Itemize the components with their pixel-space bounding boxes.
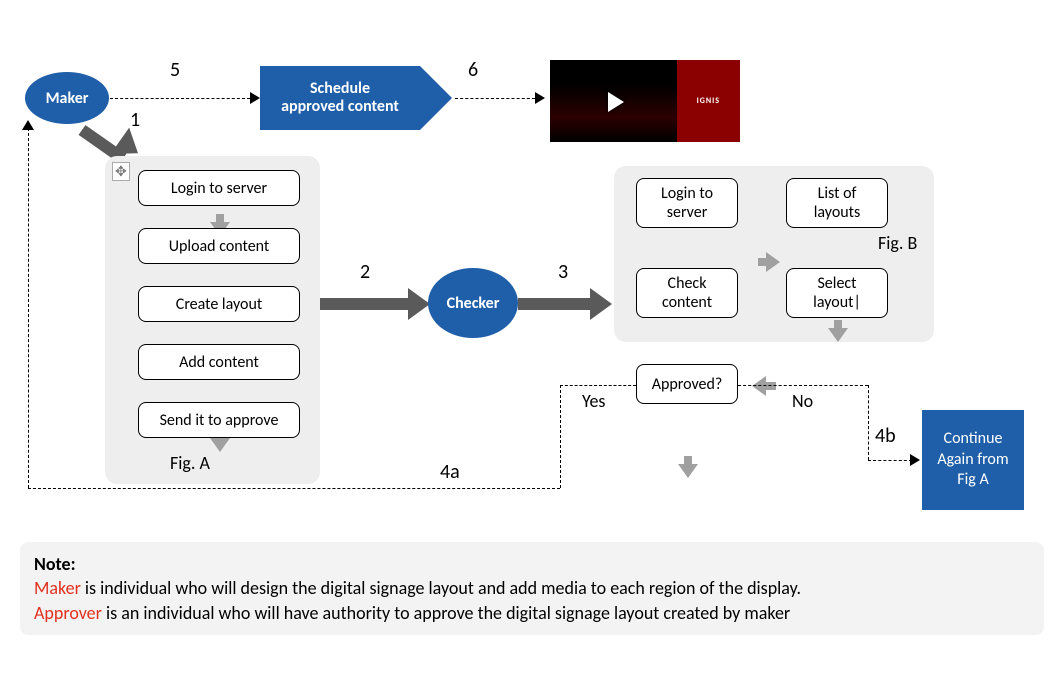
figA-box-addcontent-text: Add content [179, 353, 259, 372]
schedule-box: Schedule approved content [260, 66, 420, 130]
figA-box-createlayout: Create layout [138, 286, 300, 322]
content-thumbnail: IGNIS [550, 60, 740, 142]
figB-box-login: Login to server [636, 178, 738, 228]
schedule-box-text: Schedule approved content [281, 80, 399, 117]
figB-box-check-text: Check content [662, 274, 712, 312]
figB-box-login-text: Login to server [661, 184, 713, 222]
actor-maker: Maker [25, 72, 109, 124]
step-label-2: 2 [360, 260, 370, 284]
note-approver-term: Approver [34, 602, 102, 624]
decision-label: Approved? [652, 375, 723, 394]
dashed-arrow-5 [110, 98, 250, 99]
dashed-arrow-6 [455, 98, 535, 99]
big-arrow-2-head [408, 288, 430, 320]
arrow-down-icon-4 [210, 438, 230, 452]
play-icon [608, 92, 624, 112]
note-line-approver: Approver is an individual who will have … [34, 601, 1030, 625]
note-maker-rest: is individual who will design the digita… [81, 577, 801, 599]
arrow-down-icon-5 [828, 328, 848, 342]
diagram-canvas: Maker 5 Schedule approved content 6 IGNI… [0, 0, 1050, 700]
thumbnail-brand: IGNIS [697, 96, 720, 106]
figB-box-list-text: List of layouts [814, 184, 861, 222]
note-panel: Note: Maker is individual who will desig… [20, 542, 1044, 635]
figA-box-login-text: Login to server [171, 179, 267, 198]
step-label-4b: 4b [875, 424, 896, 448]
figA-box-sendapprove-text: Send it to approve [160, 411, 279, 430]
actor-checker: Checker [428, 268, 518, 338]
dashed-no-v [868, 385, 869, 460]
decision-no-label: No [792, 390, 813, 412]
step-label-6: 6 [468, 58, 478, 82]
arrowhead-4a-up [22, 120, 34, 130]
arrowhead-4b [910, 454, 920, 466]
dashed-yes-v [560, 385, 561, 488]
arrowhead-5 [250, 92, 260, 104]
big-arrow-3-head [590, 288, 612, 320]
step-label-5: 5 [170, 58, 180, 82]
figA-box-login: Login to server [138, 170, 300, 206]
note-title: Note: [34, 552, 1030, 576]
note-approver-rest: is an individual who will have authority… [102, 602, 790, 624]
figB-label: Fig. B [878, 232, 917, 254]
dashed-yes-h [560, 385, 636, 386]
continue-box: Continue Again from Fig A [922, 410, 1024, 510]
big-arrow-3-shaft [518, 298, 593, 310]
step-label-3: 3 [558, 260, 568, 284]
arrow-left-icon [752, 376, 766, 396]
schedule-box-wrap: Schedule approved content [260, 66, 452, 130]
figB-box-select: Select layout| [786, 268, 888, 318]
thumbnail-main [550, 60, 677, 142]
figA-box-upload-text: Upload content [169, 237, 270, 256]
step-label-4a: 4a [440, 460, 460, 484]
arrow-down-icon-6 [678, 464, 698, 478]
figB-box-list: List of layouts [786, 178, 888, 228]
figA-label: Fig. A [170, 452, 210, 474]
thumbnail-side: IGNIS [677, 60, 740, 142]
actor-maker-label: Maker [46, 89, 89, 108]
continue-box-text: Continue Again from Fig A [937, 429, 1008, 491]
figA-box-sendapprove: Send it to approve [138, 402, 300, 438]
actor-checker-label: Checker [447, 294, 500, 313]
note-maker-term: Maker [34, 577, 81, 599]
arrow-right-icon [766, 252, 780, 272]
dashed-4a-h [28, 488, 560, 489]
schedule-arrowhead-icon [420, 66, 452, 130]
figA-box-createlayout-text: Create layout [176, 295, 262, 314]
dashed-no-h1 [738, 385, 868, 386]
arrowhead-6 [535, 92, 545, 104]
figA-box-addcontent: Add content [138, 344, 300, 380]
figB-box-check: Check content [636, 268, 738, 318]
figA-box-upload: Upload content [138, 228, 300, 264]
dashed-4a-v [28, 128, 29, 488]
decision-yes-label: Yes [582, 390, 605, 412]
note-line-maker: Maker is individual who will design the … [34, 576, 1030, 600]
figB-box-select-text: Select layout| [813, 274, 861, 312]
move-handle-icon: ✥ [112, 162, 130, 181]
big-arrow-2-shaft [320, 298, 410, 310]
dashed-no-h2 [868, 460, 912, 461]
decision-approved: Approved? [636, 364, 738, 404]
